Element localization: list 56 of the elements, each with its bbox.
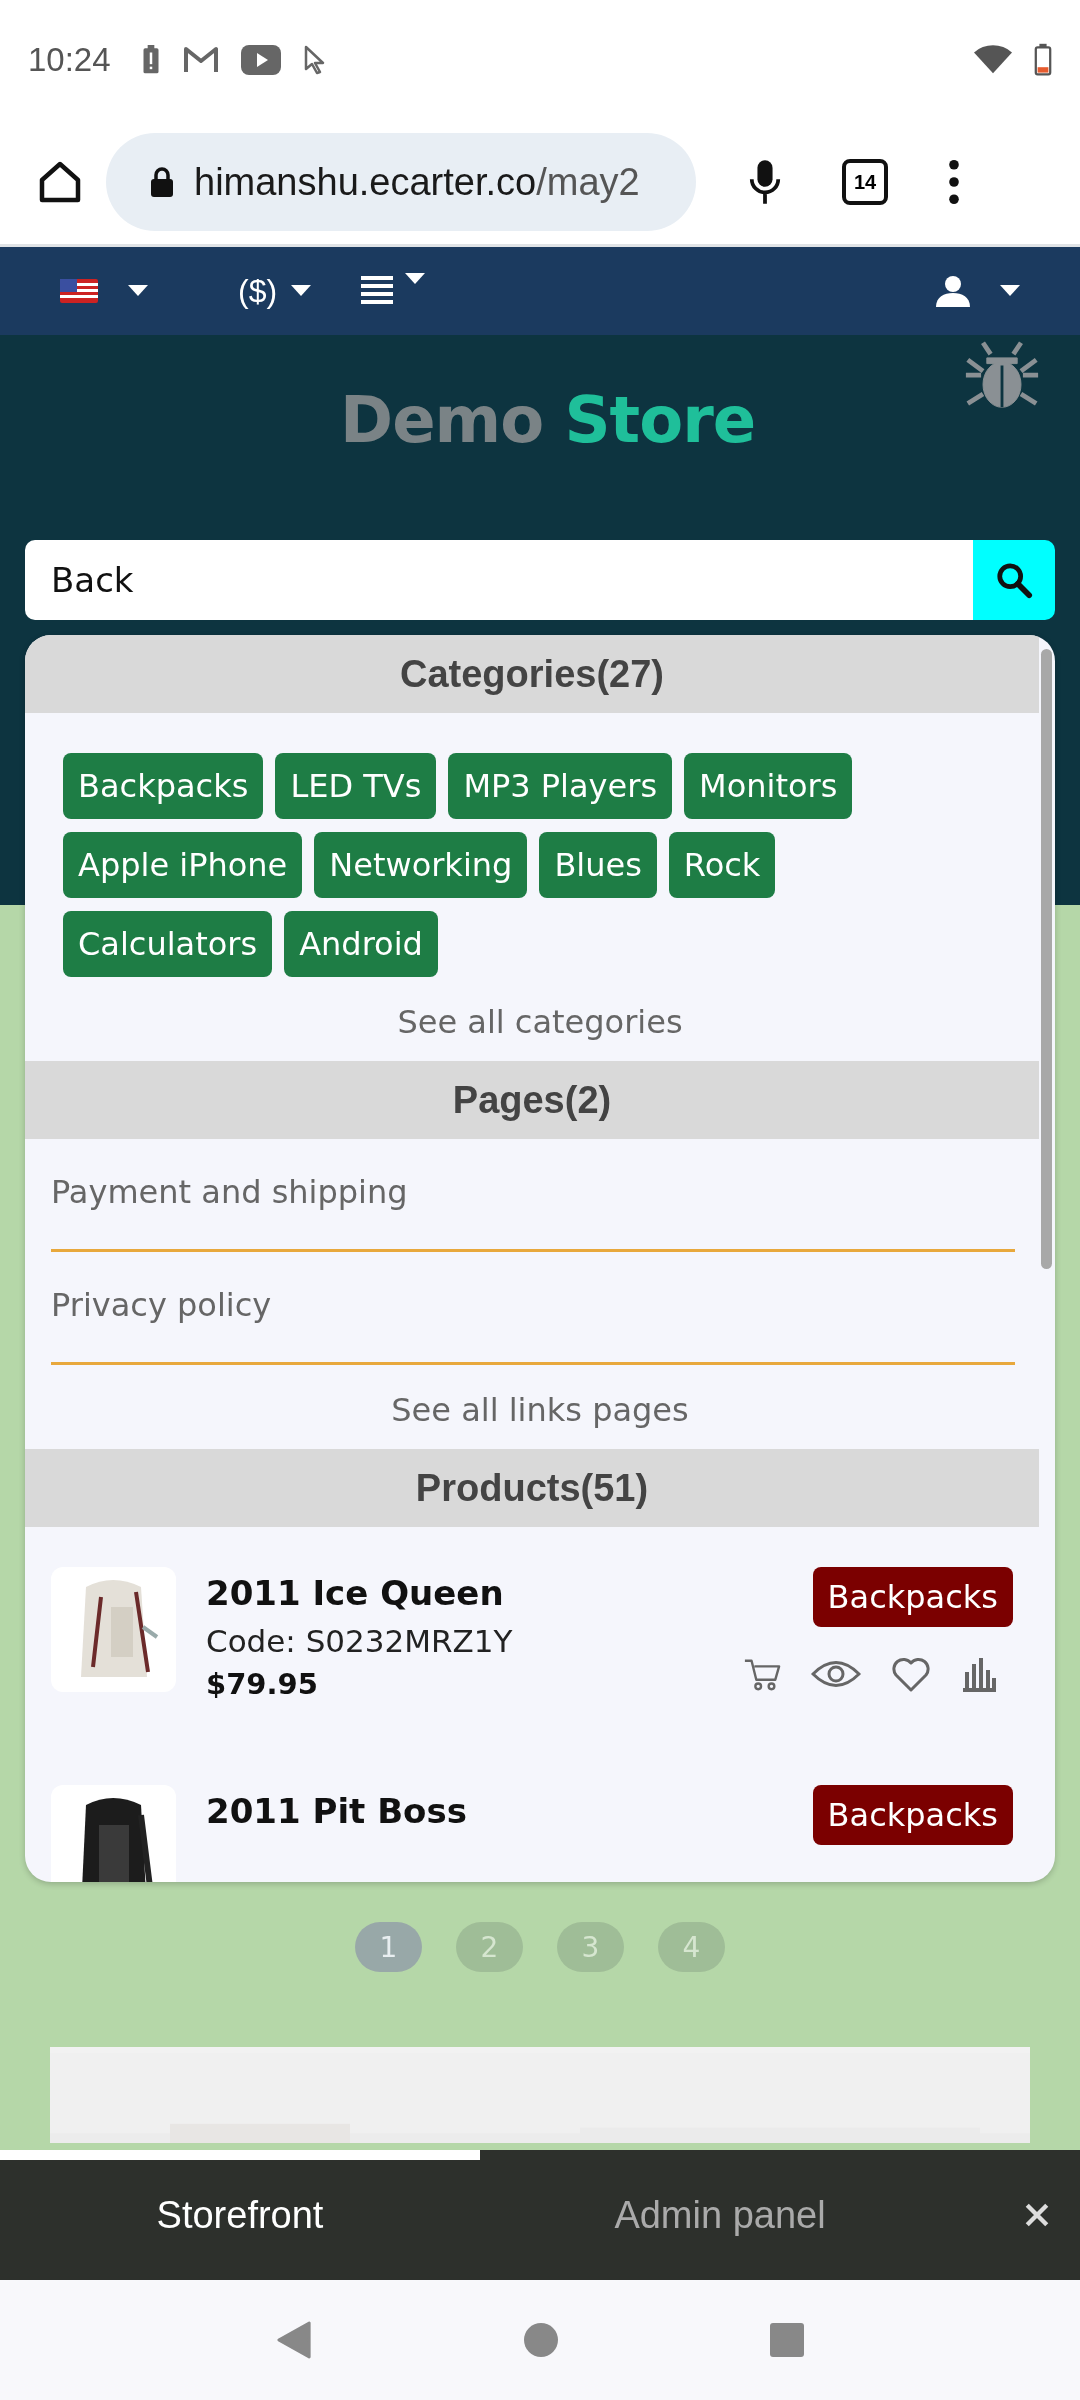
search-icon xyxy=(995,561,1033,599)
section-heading: Pages(2) xyxy=(25,1061,1039,1139)
category-tag[interactable]: Backpacks xyxy=(63,753,264,819)
status-time: 10:24 xyxy=(28,41,111,79)
caret-icon[interactable] xyxy=(405,273,426,285)
product-name[interactable]: 2011 Pit Boss xyxy=(206,1791,813,1831)
category-tag[interactable]: Calculators xyxy=(63,911,273,977)
heart-icon[interactable] xyxy=(891,1656,931,1692)
wifi-icon xyxy=(974,45,1012,75)
category-tag[interactable]: Backpacks xyxy=(812,1567,1013,1627)
category-tag[interactable]: Rock xyxy=(668,832,776,898)
search-button[interactable] xyxy=(973,540,1055,620)
list-icon[interactable] xyxy=(361,275,394,307)
caret-icon[interactable] xyxy=(291,285,312,297)
tab-count[interactable]: 14 xyxy=(842,159,888,205)
see-all-link[interactable]: See all categories xyxy=(25,977,1055,1061)
page-link[interactable]: Privacy policy xyxy=(51,1252,1015,1365)
play-icon xyxy=(240,45,281,75)
back-icon[interactable] xyxy=(275,2320,313,2360)
section-heading: Categories(27) xyxy=(25,635,1039,713)
search-field[interactable]: Back xyxy=(25,540,973,620)
panel-tab[interactable]: Admin panel xyxy=(480,2150,960,2280)
url-text: himanshu.ecarter.co/may2 xyxy=(194,160,640,204)
microphone-icon[interactable] xyxy=(748,158,782,206)
category-tag[interactable]: Apple iPhone xyxy=(63,832,303,898)
category-tag[interactable]: Android xyxy=(284,911,438,977)
lock-icon xyxy=(150,167,174,197)
compare-icon[interactable] xyxy=(961,1656,997,1692)
page-link[interactable]: Payment and shipping xyxy=(51,1139,1015,1252)
caret-icon[interactable] xyxy=(128,285,148,297)
battery-icon xyxy=(1034,43,1052,77)
category-tag[interactable]: Networking xyxy=(314,832,528,898)
category-tag[interactable]: Backpacks xyxy=(812,1785,1013,1845)
menu-icon[interactable] xyxy=(948,159,960,205)
flag-icon[interactable] xyxy=(60,279,98,303)
cursor-icon xyxy=(302,45,327,75)
mail-icon xyxy=(182,45,219,75)
product-code: Code: S0232MRZ1Y xyxy=(206,1623,514,1659)
store-logo[interactable]: Demo Store xyxy=(340,383,756,457)
caret-icon[interactable] xyxy=(1000,285,1020,297)
home-button-icon[interactable] xyxy=(523,2322,559,2358)
category-tag[interactable]: Blues xyxy=(539,832,657,898)
eye-icon[interactable] xyxy=(811,1659,861,1689)
product-name[interactable]: 2011 Ice Queen xyxy=(206,1573,743,1613)
product-price: $79.95 xyxy=(206,1667,319,1701)
category-tag[interactable]: Monitors xyxy=(684,753,853,819)
currency-selector[interactable]: ($) xyxy=(238,272,278,310)
close-icon[interactable] xyxy=(1024,2202,1050,2228)
section-heading: Products(51) xyxy=(25,1449,1039,1527)
category-tag[interactable]: MP3 Players xyxy=(448,753,673,819)
address-bar[interactable]: himanshu.ecarter.co/may2 xyxy=(106,133,696,231)
user-icon[interactable] xyxy=(936,275,970,307)
see-all-link[interactable]: See all links pages xyxy=(25,1365,1055,1449)
scrollbar[interactable] xyxy=(1041,649,1052,1269)
recents-icon[interactable] xyxy=(769,2322,805,2358)
category-tag[interactable]: LED TVs xyxy=(275,753,437,819)
